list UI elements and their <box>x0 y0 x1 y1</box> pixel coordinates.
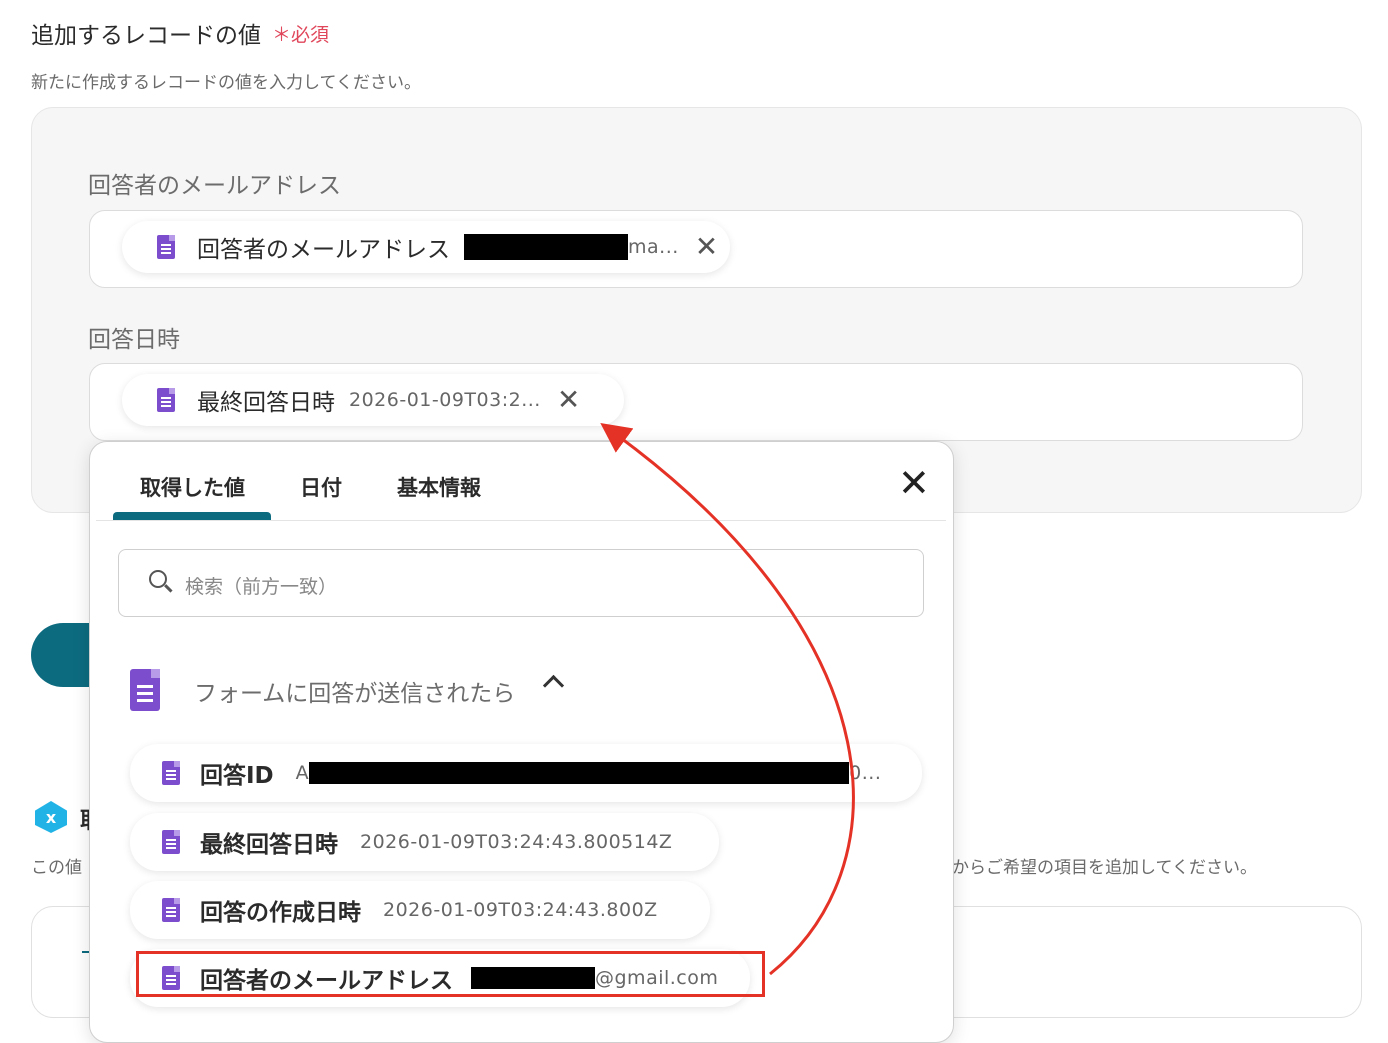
annotation-arrow <box>600 422 855 976</box>
